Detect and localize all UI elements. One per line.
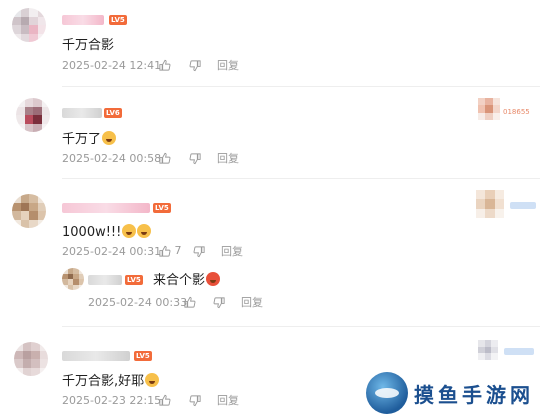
comment-2: LV6 千万了 2025-02-24 00:58 回复 018655 bbox=[0, 90, 550, 180]
username[interactable] bbox=[62, 108, 102, 118]
avatar[interactable] bbox=[12, 194, 46, 228]
thumbs-down-icon bbox=[213, 296, 225, 308]
dislike-button[interactable] bbox=[193, 244, 206, 258]
thumbs-up-icon bbox=[159, 59, 171, 71]
thumbs-up-icon bbox=[159, 152, 171, 164]
like-button[interactable] bbox=[158, 393, 171, 407]
dislike-button[interactable] bbox=[189, 393, 202, 407]
thumbs-down-icon bbox=[189, 152, 201, 164]
divider bbox=[62, 86, 540, 87]
like-button[interactable]: 7 bbox=[158, 244, 182, 258]
level-badge: LV5 bbox=[153, 203, 171, 213]
side-thumbnail[interactable] bbox=[478, 340, 498, 360]
thumbs-up-icon bbox=[159, 245, 171, 257]
reply-button[interactable]: 回复 bbox=[241, 296, 263, 310]
thumbs-down-icon bbox=[189, 394, 201, 406]
dislike-button[interactable] bbox=[189, 58, 202, 72]
comment-1: LV5 千万合影 2025-02-24 12:41 回复 bbox=[0, 0, 550, 90]
comment-3: LV5 1000w!!! 2025-02-24 00:31 7 回复 LV5 来… bbox=[0, 180, 550, 330]
comment-time: 2025-02-23 22:15 bbox=[62, 394, 162, 407]
like-button[interactable] bbox=[158, 151, 171, 165]
comment-time: 2025-02-24 00:31 bbox=[62, 245, 162, 258]
dislike-button[interactable] bbox=[213, 295, 226, 309]
reply-button[interactable]: 回复 bbox=[217, 59, 239, 73]
username[interactable] bbox=[62, 15, 104, 25]
level-badge: LV5 bbox=[125, 275, 143, 285]
divider bbox=[62, 178, 540, 179]
comment-time: 2025-02-24 00:58 bbox=[62, 152, 162, 165]
comment-text-body: 1000w!!! bbox=[62, 225, 122, 240]
avatar[interactable] bbox=[16, 98, 50, 132]
thumbs-up-icon bbox=[159, 394, 171, 406]
dislike-button[interactable] bbox=[189, 151, 202, 165]
username[interactable] bbox=[62, 203, 150, 213]
level-badge: LV6 bbox=[104, 108, 122, 118]
reply-button[interactable]: 回复 bbox=[217, 394, 239, 408]
side-thumbnail[interactable] bbox=[476, 190, 504, 218]
like-button[interactable] bbox=[158, 58, 171, 72]
emoji-icon bbox=[137, 224, 152, 238]
reply-button[interactable]: 回复 bbox=[217, 152, 239, 166]
username[interactable] bbox=[62, 351, 130, 361]
divider bbox=[62, 326, 540, 327]
watermark: 摸鱼手游网 bbox=[362, 368, 550, 418]
reply-text-body: 来合个影 bbox=[153, 273, 206, 288]
thumbs-up-icon bbox=[184, 296, 196, 308]
emoji-icon bbox=[145, 373, 160, 387]
reply-time: 2025-02-24 00:33 bbox=[88, 296, 188, 309]
level-badge: LV5 bbox=[134, 351, 152, 361]
nested-reply: LV5 来合个影 2025-02-24 00:33 回复 bbox=[0, 266, 550, 310]
side-thumbnail-text: 018655 bbox=[503, 108, 530, 116]
emoji-icon bbox=[122, 224, 137, 238]
avatar[interactable] bbox=[14, 342, 48, 376]
comment-text: 千万合影 bbox=[62, 38, 115, 53]
emoji-icon bbox=[102, 131, 117, 145]
watermark-text: 摸鱼手游网 bbox=[414, 382, 534, 407]
side-thumbnail-bar bbox=[510, 202, 536, 209]
username[interactable] bbox=[88, 275, 122, 285]
comment-text: 千万了 bbox=[62, 131, 117, 148]
comment-text-body: 千万合影,好耶 bbox=[62, 374, 145, 389]
like-button[interactable] bbox=[183, 295, 196, 309]
emoji-icon bbox=[206, 272, 221, 286]
level-badge: LV5 bbox=[109, 15, 127, 25]
thumbs-down-icon bbox=[189, 59, 201, 71]
comment-text-body: 千万了 bbox=[62, 132, 102, 147]
side-thumbnail-bar bbox=[504, 348, 534, 355]
comment-text: 1000w!!! bbox=[62, 224, 152, 241]
fish-logo-icon bbox=[366, 372, 408, 414]
avatar[interactable] bbox=[12, 8, 46, 42]
side-thumbnail[interactable] bbox=[478, 98, 500, 120]
comment-time: 2025-02-24 12:41 bbox=[62, 59, 162, 72]
comment-text: 千万合影,好耶 bbox=[62, 373, 160, 390]
like-count: 7 bbox=[174, 244, 182, 257]
thumbs-down-icon bbox=[193, 245, 205, 257]
reply-button[interactable]: 回复 bbox=[221, 245, 243, 259]
avatar[interactable] bbox=[62, 268, 84, 290]
reply-text: 来合个影 bbox=[153, 272, 221, 289]
